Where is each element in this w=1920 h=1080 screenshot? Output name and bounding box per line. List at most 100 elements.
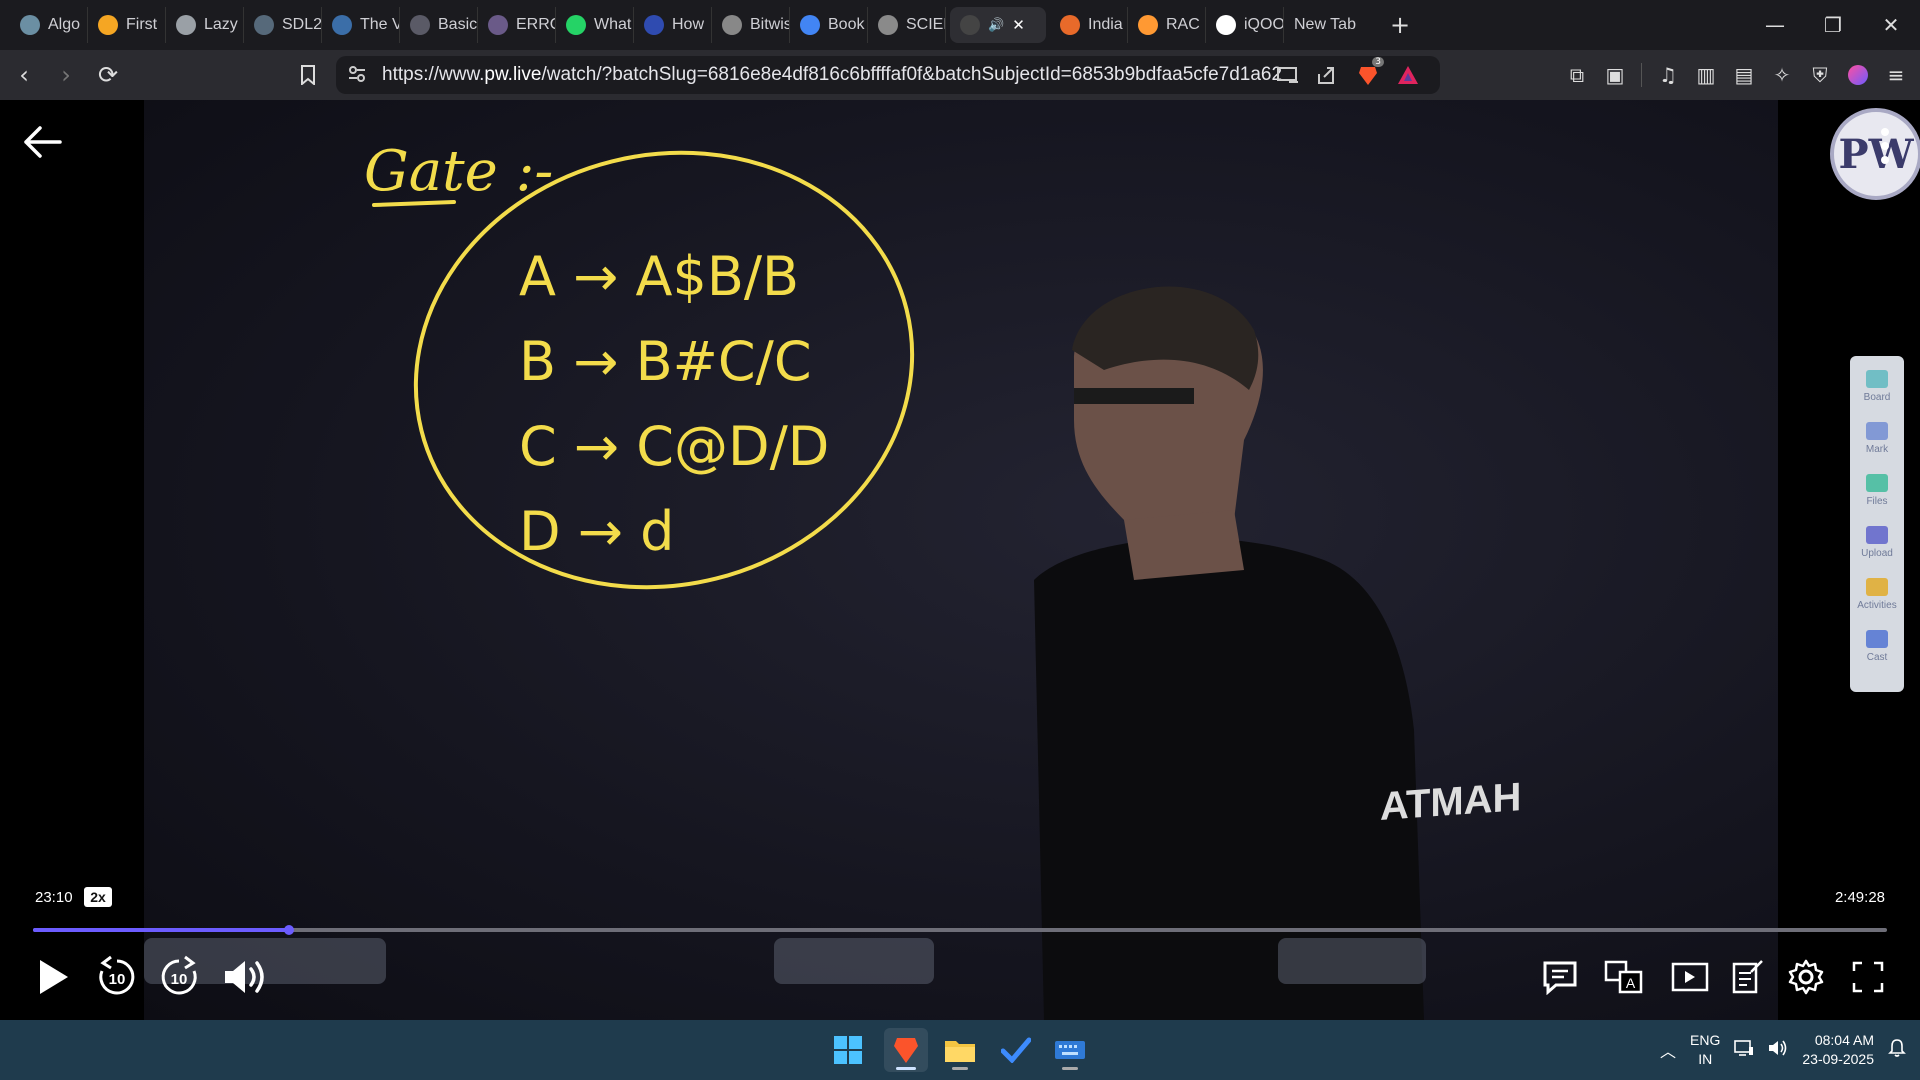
close-window-button[interactable]: ✕ — [1862, 0, 1920, 50]
forward-button[interactable]: › — [48, 57, 84, 93]
playback-speed-badge[interactable]: 2x — [84, 887, 112, 907]
tab-favicon-icon — [98, 15, 118, 35]
tab-label: iQOO — [1244, 16, 1284, 33]
url-text: https://www.pw.live/watch/?batchSlug=681… — [382, 64, 1282, 85]
video-drawing-toolbar-right — [1278, 938, 1426, 984]
speaker-icon[interactable] — [1768, 1039, 1788, 1062]
browser-tab-new[interactable]: New Tab — [1284, 7, 1380, 43]
new-tab-button[interactable]: + — [1380, 7, 1420, 43]
translate-button[interactable]: A — [1602, 952, 1646, 1002]
profile-avatar-icon[interactable] — [1840, 57, 1876, 93]
browser-tab[interactable]: How — [634, 7, 712, 43]
clock[interactable]: 08:04 AM 23-09-2025 — [1802, 1031, 1874, 1069]
language-indicator[interactable]: ENG IN — [1690, 1031, 1720, 1069]
browser-tab[interactable]: ERRO — [478, 7, 556, 43]
browser-tab[interactable]: iQOO — [1206, 7, 1284, 43]
tab-favicon-icon — [566, 15, 586, 35]
tab-favicon-icon — [1216, 15, 1236, 35]
forward-10-button[interactable]: 10 — [156, 952, 202, 1002]
notification-bell-icon[interactable] — [1888, 1038, 1906, 1063]
brave-shields-icon[interactable]: 3 — [1350, 57, 1386, 93]
tab-favicon-icon — [410, 15, 430, 35]
taskbar-brave[interactable] — [884, 1028, 928, 1072]
video-player[interactable]: Gate :- A → A$B/B B → B#C/C C → C@D/D D … — [0, 100, 1920, 1020]
browser-tab-strip: Algo First Lazy SDL2 The V Basic ERRO What How Bi… — [0, 0, 1920, 50]
tab-audio-icon[interactable]: 🔊 — [988, 17, 1004, 33]
seek-bar[interactable] — [33, 925, 1887, 935]
grammar-rule-a: A → A$B/B — [519, 245, 799, 308]
brave-icon — [894, 1038, 918, 1063]
browser-tab[interactable]: Book — [790, 7, 868, 43]
browser-tab[interactable]: RAC — [1128, 7, 1206, 43]
extensions-icon[interactable]: ⧉ — [1559, 57, 1595, 93]
browser-tab[interactable]: SDL2 — [244, 7, 322, 43]
cast-icon[interactable] — [1270, 57, 1306, 93]
vpn-icon[interactable]: ⛨ — [1802, 57, 1838, 93]
tab-favicon-icon — [176, 15, 196, 35]
mini-player-icon — [1671, 962, 1709, 992]
upload-tool: Upload — [1861, 526, 1893, 572]
chat-button[interactable] — [1538, 952, 1582, 1002]
notes-button[interactable] — [1726, 952, 1770, 1002]
wallet-icon[interactable]: ▤ — [1726, 57, 1762, 93]
tab-label: New Tab — [1294, 16, 1356, 33]
taskbar-keyboard-app[interactable] — [1048, 1028, 1092, 1072]
tab-favicon-icon — [722, 15, 742, 35]
more-options-icon[interactable] — [1880, 126, 1890, 166]
browser-tab[interactable]: First — [88, 7, 166, 43]
mini-player-button[interactable] — [1668, 952, 1712, 1002]
tab-label: How — [672, 16, 705, 33]
sidebar-icon[interactable]: ▥ — [1688, 57, 1724, 93]
settings-button[interactable] — [1784, 952, 1828, 1002]
reader-mode-icon[interactable]: ▣ — [1597, 57, 1633, 93]
minimize-button[interactable]: — — [1746, 0, 1804, 50]
volume-button[interactable] — [220, 952, 268, 1002]
shirt-logo-text: ATMAH — [1380, 775, 1522, 829]
window-controls: — ❐ ✕ — [1746, 0, 1920, 50]
browser-tab[interactable]: SCIEN — [868, 7, 946, 43]
browser-tab[interactable]: India — [1050, 7, 1128, 43]
whiteboard-side-panel: Board Mark Files Upload Activities Cast — [1850, 356, 1904, 692]
translate-icon: A — [1604, 960, 1643, 994]
browser-tab[interactable]: Lazy — [166, 7, 244, 43]
network-icon[interactable] — [1734, 1039, 1754, 1062]
taskbar-todo[interactable] — [994, 1028, 1038, 1072]
address-bar[interactable]: https://www.pw.live/watch/?batchSlug=681… — [336, 56, 1440, 94]
media-control-icon[interactable]: ♫ — [1650, 57, 1686, 93]
leo-ai-icon[interactable]: ✧ — [1764, 57, 1800, 93]
share-icon[interactable] — [1308, 57, 1344, 93]
browser-menu-icon[interactable]: ≡ — [1878, 57, 1914, 93]
browser-tab-active[interactable]: 🔊 ✕ — [950, 7, 1046, 43]
taskbar-file-explorer[interactable] — [938, 1028, 982, 1072]
browser-tab[interactable]: The V — [322, 7, 400, 43]
seek-bar-handle[interactable] — [283, 925, 294, 935]
bookmark-icon[interactable] — [290, 57, 326, 93]
browser-tab[interactable]: Algo — [10, 7, 88, 43]
start-button[interactable] — [826, 1028, 870, 1072]
browser-tab[interactable]: What — [556, 7, 634, 43]
grammar-rule-d: D → d — [519, 500, 674, 563]
restore-button[interactable]: ❐ — [1804, 0, 1862, 50]
back-button[interactable]: ‹ — [6, 57, 42, 93]
site-settings-icon[interactable] — [348, 65, 366, 87]
fullscreen-button[interactable] — [1846, 952, 1890, 1002]
close-tab-icon[interactable]: ✕ — [1012, 16, 1025, 34]
back-arrow-icon[interactable] — [20, 120, 64, 164]
rewind-10-button[interactable]: 10 — [94, 952, 140, 1002]
svg-text:A: A — [1626, 975, 1636, 991]
tab-favicon-icon — [254, 15, 274, 35]
tab-favicon-icon — [1060, 15, 1080, 35]
brave-rewards-icon[interactable] — [1390, 57, 1426, 93]
reload-button[interactable]: ⟳ — [90, 57, 126, 93]
tab-favicon-icon — [960, 15, 980, 35]
system-tray: ︿ ENG IN 08:04 AM 23-09-2025 — [1660, 1020, 1906, 1080]
play-button[interactable] — [30, 952, 76, 1002]
tab-favicon-icon — [1138, 15, 1158, 35]
shields-count-badge: 3 — [1372, 57, 1384, 67]
activities-tool: Activities — [1857, 578, 1897, 624]
video-drawing-toolbar-center — [774, 938, 934, 984]
chevron-up-icon[interactable]: ︿ — [1660, 1038, 1676, 1062]
browser-tab[interactable]: Basic — [400, 7, 478, 43]
heading-text: Gate :- — [364, 139, 553, 204]
browser-tab[interactable]: Bitwis — [712, 7, 790, 43]
